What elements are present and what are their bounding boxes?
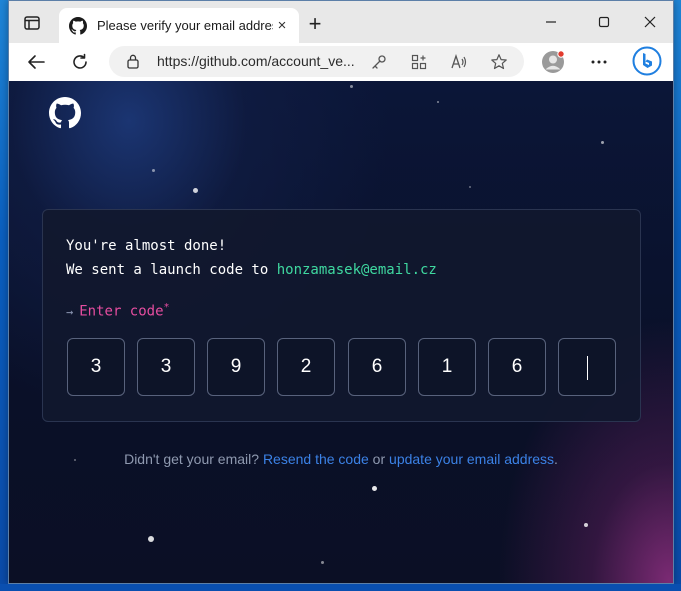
more-options-button[interactable] [584, 48, 614, 76]
enter-code-label: Enter code [79, 303, 164, 320]
tab-actions-icon[interactable] [21, 13, 43, 33]
star-decoration [350, 85, 353, 88]
launch-code-message: We sent a launch code to honzamasek@emai… [66, 262, 437, 278]
code-digit-input-3[interactable]: 9 [207, 338, 265, 396]
browser-window: Please verify your email address × + htt… [8, 0, 674, 584]
address-bar[interactable]: https://github.com/account_ve... [109, 46, 524, 77]
refresh-icon [73, 53, 87, 69]
avatar-icon [542, 50, 565, 73]
profile-avatar-button[interactable] [538, 48, 568, 76]
star-decoration [601, 141, 604, 144]
star-decoration [469, 186, 471, 188]
didnt-get-email-text: Didn't get your email? [124, 451, 263, 467]
almost-done-heading: You're almost done! [66, 238, 227, 254]
prompt-arrow-icon: → [66, 304, 74, 319]
code-digit-input-5[interactable]: 6 [348, 338, 406, 396]
verification-card: You're almost done! We sent a launch cod… [42, 209, 641, 422]
code-digit-input-6[interactable]: 1 [418, 338, 476, 396]
url-text[interactable]: https://github.com/account_ve... [157, 53, 362, 69]
tab-strip: Please verify your email address × + [9, 1, 673, 43]
lock-icon[interactable] [125, 53, 141, 69]
update-email-link[interactable]: update your email address [389, 451, 554, 467]
star-decoration [152, 169, 155, 172]
minimize-button[interactable] [528, 9, 574, 35]
tab-title: Please verify your email address [97, 18, 273, 33]
browser-toolbar: https://github.com/account_ve... [9, 43, 673, 81]
or-text: or [368, 451, 390, 467]
enter-code-prompt: → Enter code* [66, 302, 170, 320]
star-decoration [372, 486, 377, 491]
taskbar-edge [0, 584, 681, 591]
ellipsis-icon [591, 60, 607, 64]
code-digit-input-2[interactable]: 3 [137, 338, 195, 396]
star-decoration [193, 188, 198, 193]
favorite-star-icon[interactable] [488, 51, 510, 73]
code-digit-input-1[interactable]: 3 [67, 338, 125, 396]
tab-close-button[interactable]: × [273, 17, 291, 35]
maximize-button[interactable] [581, 9, 627, 35]
key-icon[interactable] [368, 51, 390, 73]
star-decoration [584, 523, 588, 527]
back-arrow-icon [28, 55, 45, 69]
refresh-button[interactable] [65, 48, 95, 76]
email-address: honzamasek@email.cz [276, 262, 437, 278]
code-digit-input-8[interactable] [558, 338, 616, 396]
code-digit-input-7[interactable]: 6 [488, 338, 546, 396]
text-caret [587, 356, 588, 380]
close-window-button[interactable] [627, 9, 673, 35]
github-logo-icon[interactable] [49, 97, 81, 129]
launch-code-text: We sent a launch code to [66, 262, 277, 278]
bing-chat-button[interactable] [631, 45, 663, 77]
star-decoration [148, 536, 154, 542]
period-text: . [554, 451, 558, 467]
resend-code-link[interactable]: Resend the code [263, 451, 369, 467]
github-favicon-icon [69, 16, 87, 35]
bing-icon [632, 46, 662, 76]
star-decoration [437, 101, 439, 103]
read-aloud-icon[interactable] [448, 51, 470, 73]
apps-add-icon[interactable] [408, 51, 430, 73]
code-digit-input-4[interactable]: 2 [277, 338, 335, 396]
tab-github[interactable]: Please verify your email address × [59, 8, 299, 43]
required-marker: * [163, 302, 170, 313]
new-tab-button[interactable]: + [305, 13, 325, 35]
github-verify-page: You're almost done! We sent a launch cod… [9, 81, 673, 583]
star-decoration [321, 561, 324, 564]
resend-footer: Didn't get your email? Resend the code o… [9, 451, 673, 467]
back-button[interactable] [21, 48, 51, 76]
